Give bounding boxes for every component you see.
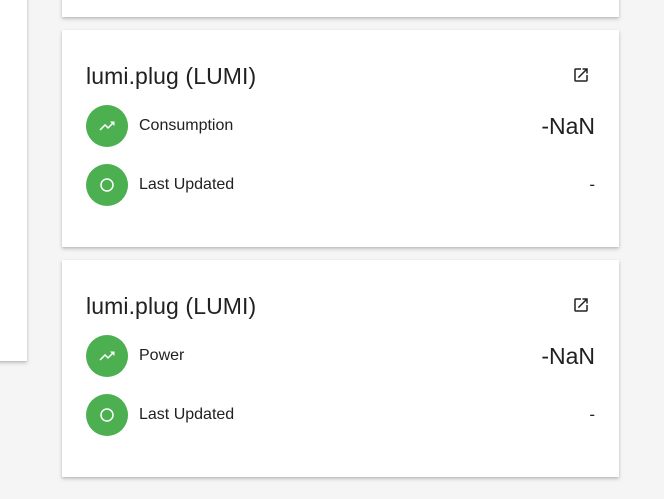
entity-row[interactable]: Last Updated - [86,394,595,436]
entity-value: - [589,405,595,424]
entity-value: -NaN [541,342,595,369]
open-in-new-button[interactable] [569,63,593,87]
state-badge [86,335,128,377]
entity-label: Consumption [139,117,234,134]
circle-outline-icon [100,408,114,422]
open-in-new-button[interactable] [569,293,593,317]
state-badge [86,164,128,206]
page: lumi.plug (LUMI) Consumption -NaN Last U… [0,0,664,499]
open-in-new-icon [574,68,588,82]
card-title: lumi.plug (LUMI) [86,63,257,89]
entity-value: -NaN [541,112,595,139]
entity-row[interactable]: Last Updated - [86,164,595,206]
state-badge [86,105,128,147]
circle-outline-icon [100,178,114,192]
entity-row[interactable]: Consumption -NaN [86,105,595,147]
entity-value: - [589,175,595,194]
trending-up-icon [99,351,115,361]
entity-label: Last Updated [139,176,235,193]
device-card: lumi.plug (LUMI) Consumption -NaN Last U… [62,30,619,247]
open-in-new-icon [574,298,588,312]
trending-up-icon [99,121,115,131]
entity-label: Last Updated [139,406,235,423]
state-badge [86,394,128,436]
previous-card [62,0,619,17]
device-card: lumi.plug (LUMI) Power -NaN Last Updated [62,260,619,477]
entity-label: Power [139,347,185,364]
card-title: lumi.plug (LUMI) [86,293,257,319]
left-panel [0,0,27,361]
entity-row[interactable]: Power -NaN [86,335,595,377]
